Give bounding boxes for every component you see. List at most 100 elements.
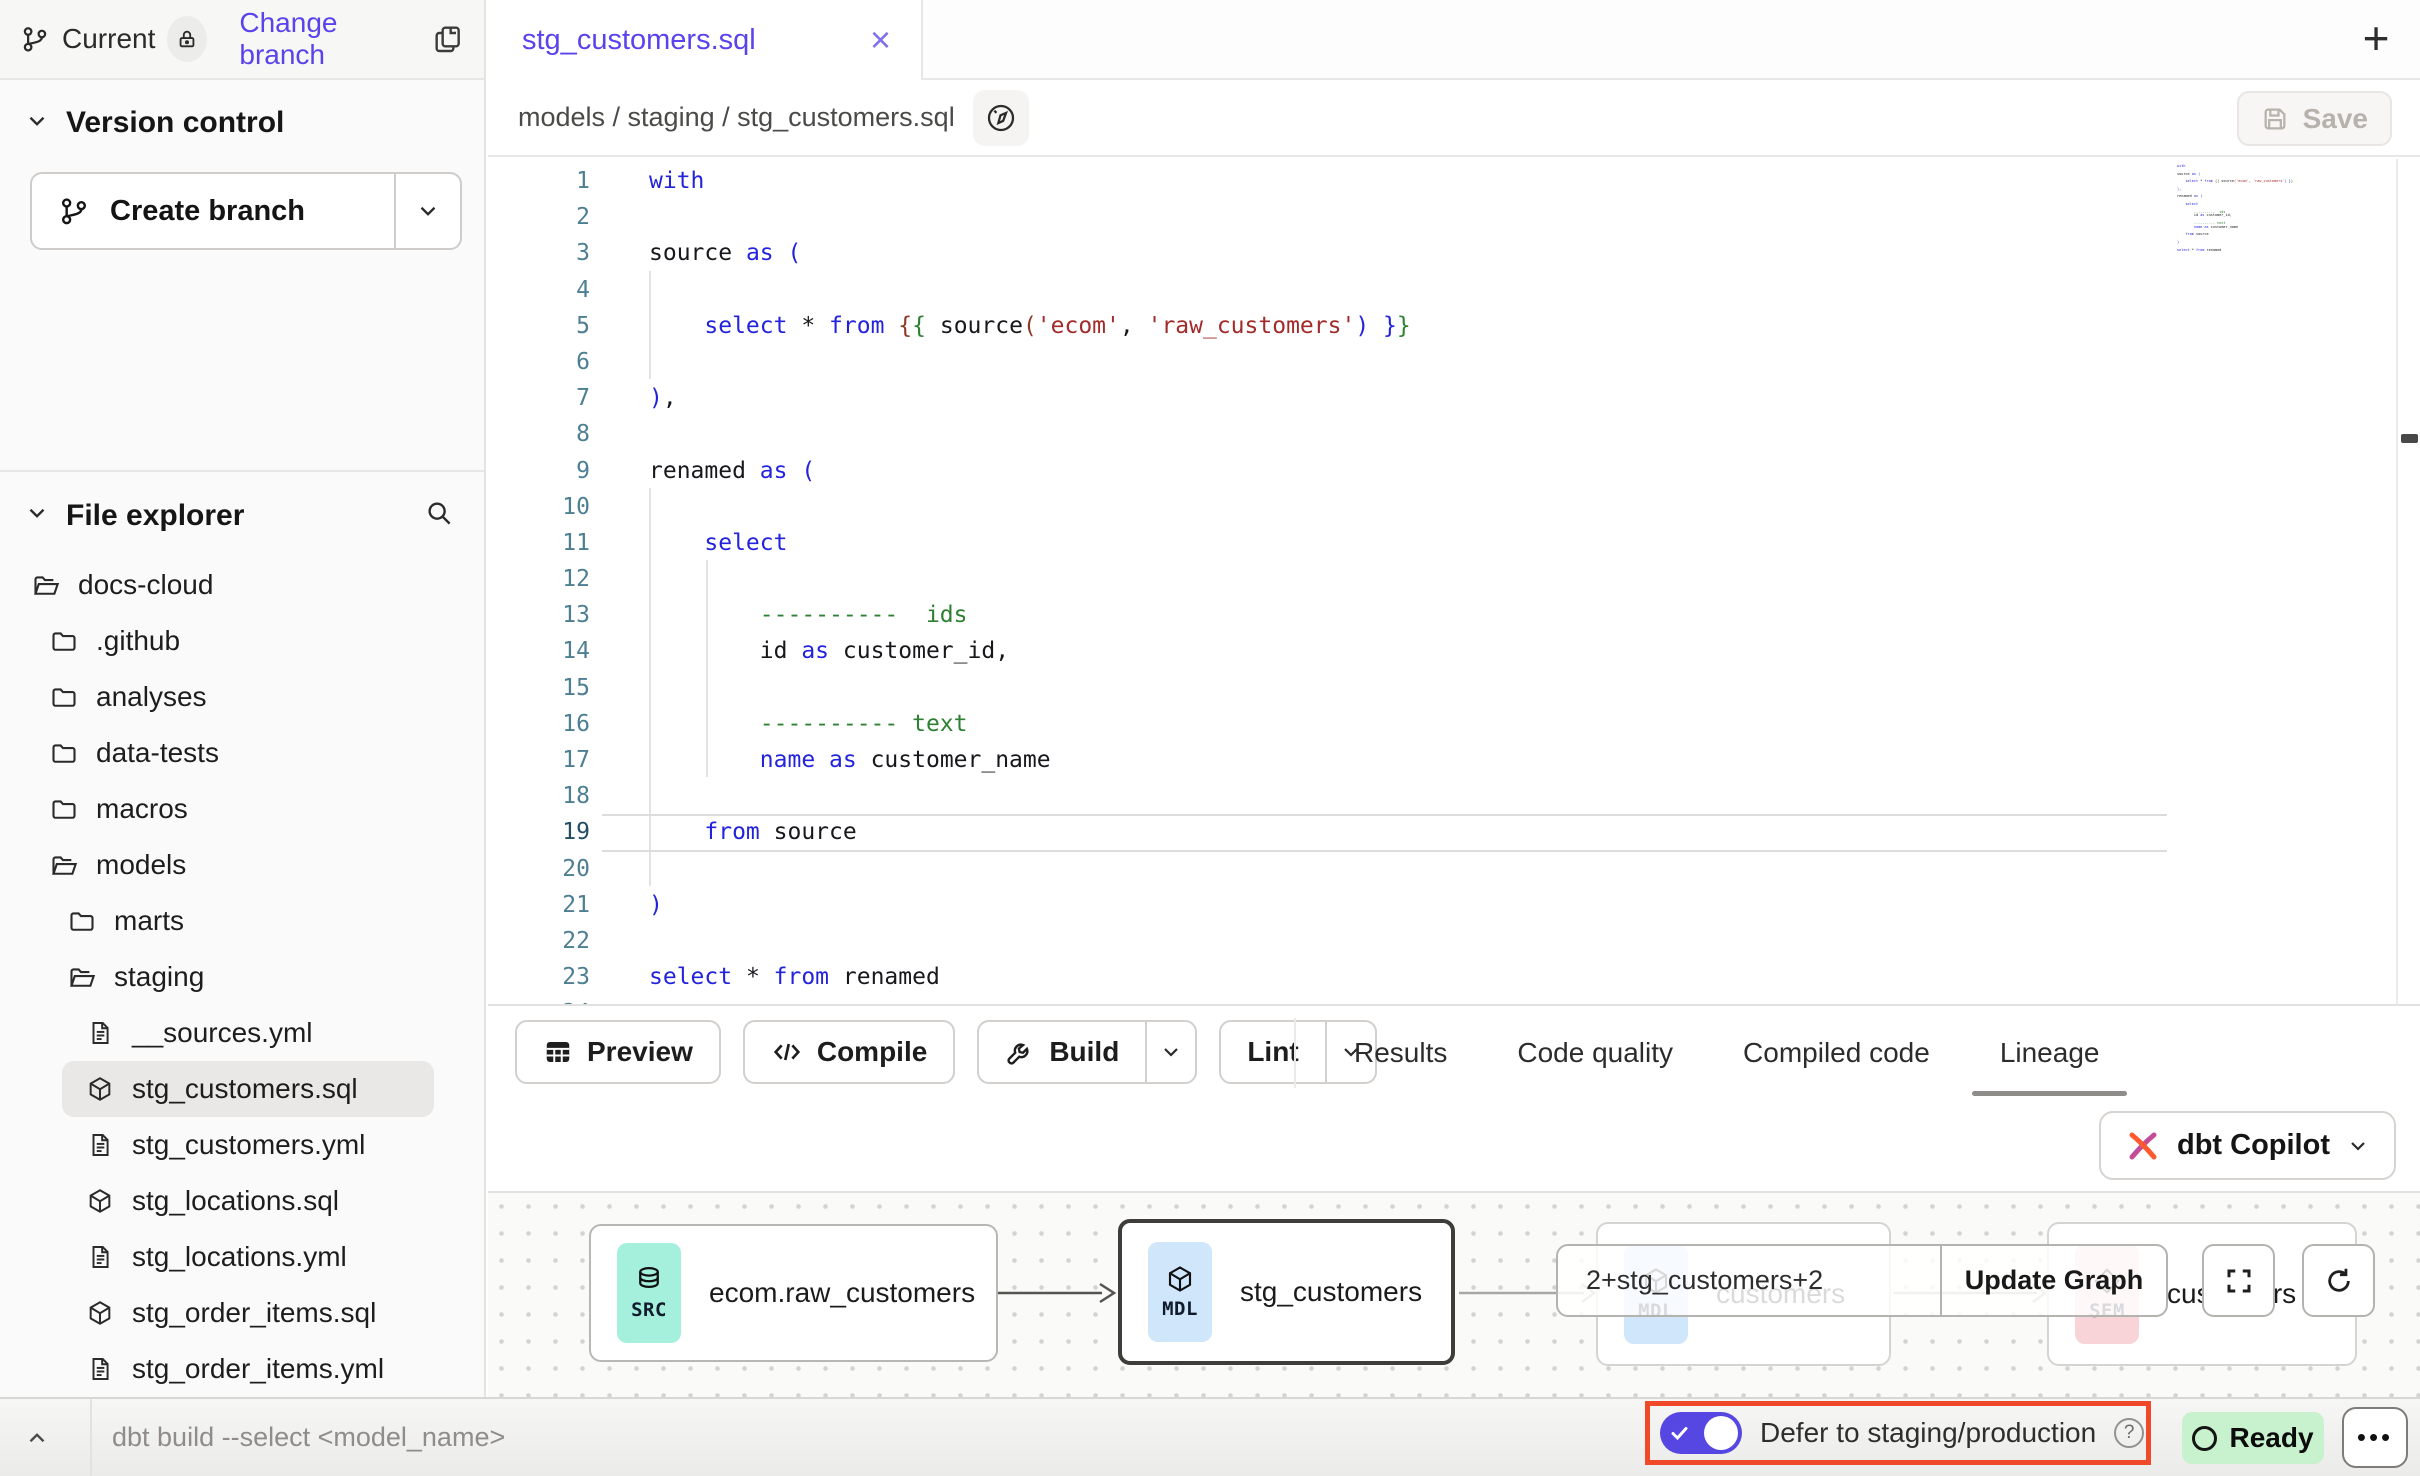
- copy-icon[interactable]: [432, 23, 464, 55]
- line-number: 21: [488, 887, 614, 923]
- tab-compiled-code[interactable]: Compiled code: [1737, 1006, 1936, 1099]
- folder-icon: [48, 627, 80, 655]
- folder-icon: [66, 907, 98, 935]
- code-line[interactable]: [649, 851, 1411, 887]
- file-explorer-title: File explorer: [66, 499, 244, 533]
- folder-open-icon: [30, 571, 62, 599]
- chevron-down-icon[interactable]: [24, 108, 50, 139]
- compile-button[interactable]: Compile: [743, 1020, 955, 1084]
- defer-toggle[interactable]: [1660, 1412, 1742, 1454]
- code-line[interactable]: [649, 670, 1411, 706]
- code-line[interactable]: [649, 489, 1411, 525]
- tab-results[interactable]: Results: [1348, 1006, 1453, 1099]
- refresh-button[interactable]: [2302, 1244, 2375, 1317]
- code-line[interactable]: [649, 272, 1411, 308]
- code-line[interactable]: renamed as (: [649, 453, 1411, 489]
- code-editor[interactable]: 123456789101112131415161718192021222324 …: [488, 159, 2420, 1004]
- build-caret[interactable]: [1145, 1022, 1195, 1082]
- new-tab-button[interactable]: +: [2350, 12, 2402, 64]
- code-line[interactable]: with: [649, 163, 1411, 199]
- code-line[interactable]: ): [649, 887, 1411, 923]
- code-line[interactable]: [649, 561, 1411, 597]
- update-graph-button[interactable]: Update Graph: [1942, 1246, 2166, 1315]
- change-branch-link[interactable]: Change branch: [239, 7, 406, 71]
- file-item-docs-cloud[interactable]: docs-cloud: [0, 557, 484, 613]
- code-line[interactable]: ---------- ids: [649, 597, 1411, 633]
- cube-icon: [84, 1299, 116, 1327]
- code-line[interactable]: source as (: [649, 235, 1411, 271]
- create-branch-button[interactable]: Create branch: [30, 172, 462, 250]
- copilot-icon: [2125, 1128, 2161, 1164]
- minimap[interactable]: withsource as ( select * from {{ source(…: [2177, 165, 2327, 256]
- file-item-stg-locations-yml[interactable]: stg_locations.yml: [0, 1229, 484, 1285]
- tab-lineage[interactable]: Lineage: [1994, 1006, 2106, 1099]
- code-line[interactable]: [649, 416, 1411, 452]
- code-line[interactable]: select * from {{ source('ecom', 'raw_cus…: [649, 308, 1411, 344]
- lineage-node-source[interactable]: SRC ecom.raw_customers: [589, 1224, 998, 1362]
- line-number: 19: [488, 814, 614, 850]
- search-icon[interactable]: [424, 498, 454, 533]
- status-circle-icon: [2192, 1426, 2217, 1451]
- editor-scrollbar[interactable]: [2396, 159, 2420, 1004]
- folder-icon: [48, 795, 80, 823]
- help-icon[interactable]: ?: [2114, 1418, 2144, 1448]
- folder-icon: [48, 683, 80, 711]
- tab-code-quality[interactable]: Code quality: [1511, 1006, 1679, 1099]
- file-icon: [84, 1244, 116, 1270]
- lineage-selector-input[interactable]: 2+stg_customers+2: [1558, 1246, 1942, 1315]
- scrollbar-thumb[interactable]: [2401, 434, 2418, 443]
- lineage-graph[interactable]: SRC ecom.raw_customers MDL stg_customers: [488, 1193, 2420, 1397]
- code-line[interactable]: name as customer_name: [649, 742, 1411, 778]
- code-line[interactable]: ---------- text: [649, 706, 1411, 742]
- branch-locked-chip: [167, 16, 207, 62]
- status-badge: Ready: [2182, 1412, 2324, 1464]
- code-line[interactable]: [649, 923, 1411, 959]
- file-item-stg-customers-sql[interactable]: stg_customers.sql: [62, 1061, 434, 1117]
- fullscreen-button[interactable]: [2202, 1244, 2275, 1317]
- cube-icon: [84, 1075, 116, 1103]
- file-item-staging[interactable]: staging: [0, 949, 484, 1005]
- file-item-stg-locations-sql[interactable]: stg_locations.sql: [0, 1173, 484, 1229]
- more-options-button[interactable]: •••: [2342, 1407, 2408, 1468]
- file-item-macros[interactable]: macros: [0, 781, 484, 837]
- lineage-compass-chip[interactable]: [973, 90, 1029, 146]
- code-content[interactable]: with source as ( select * from {{ source(…: [649, 163, 1411, 1004]
- code-line[interactable]: select: [649, 525, 1411, 561]
- defer-label: Defer to staging/production: [1760, 1417, 2096, 1449]
- file-item-marts[interactable]: marts: [0, 893, 484, 949]
- code-line[interactable]: [649, 995, 1411, 1004]
- tab-stg-customers-sql[interactable]: stg_customers.sql ×: [488, 0, 923, 80]
- code-line[interactable]: [649, 344, 1411, 380]
- copilot-row: dbt Copilot: [488, 1097, 2420, 1193]
- collapse-panel-icon[interactable]: [24, 1425, 50, 1456]
- line-number: 24: [488, 995, 614, 1004]
- code-line[interactable]: select * from renamed: [649, 959, 1411, 995]
- file-item-stg-customers-yml[interactable]: stg_customers.yml: [0, 1117, 484, 1173]
- file-item--sources-yml[interactable]: __sources.yml: [0, 1005, 484, 1061]
- file-item-stg-order-items-sql[interactable]: stg_order_items.sql: [0, 1285, 484, 1341]
- code-line[interactable]: id as customer_id,: [649, 633, 1411, 669]
- create-branch-caret[interactable]: [396, 174, 460, 248]
- line-number: 7: [488, 380, 614, 416]
- lineage-node-stg-customers[interactable]: MDL stg_customers: [1118, 1219, 1455, 1365]
- file-item-stg-order-items-yml[interactable]: stg_order_items.yml: [0, 1341, 484, 1397]
- current-branch-label: Current: [62, 23, 155, 55]
- save-button[interactable]: Save: [2237, 91, 2392, 146]
- chevron-down-icon[interactable]: [24, 500, 50, 531]
- file-item--github[interactable]: .github: [0, 613, 484, 669]
- code-line[interactable]: from source: [649, 814, 1411, 850]
- file-item-data-tests[interactable]: data-tests: [0, 725, 484, 781]
- command-input[interactable]: dbt build --select <model_name>: [112, 1399, 505, 1476]
- dbt-copilot-button[interactable]: dbt Copilot: [2099, 1111, 2396, 1180]
- close-tab-icon[interactable]: ×: [870, 22, 891, 58]
- file-icon: [84, 1132, 116, 1158]
- preview-button[interactable]: Preview: [515, 1020, 721, 1084]
- file-icon: [84, 1356, 116, 1382]
- file-item-models[interactable]: models: [0, 837, 484, 893]
- folder-open-icon: [48, 851, 80, 879]
- code-line[interactable]: [649, 778, 1411, 814]
- build-button[interactable]: Build: [977, 1020, 1197, 1084]
- code-line[interactable]: ),: [649, 380, 1411, 416]
- code-line[interactable]: [649, 199, 1411, 235]
- file-item-analyses[interactable]: analyses: [0, 669, 484, 725]
